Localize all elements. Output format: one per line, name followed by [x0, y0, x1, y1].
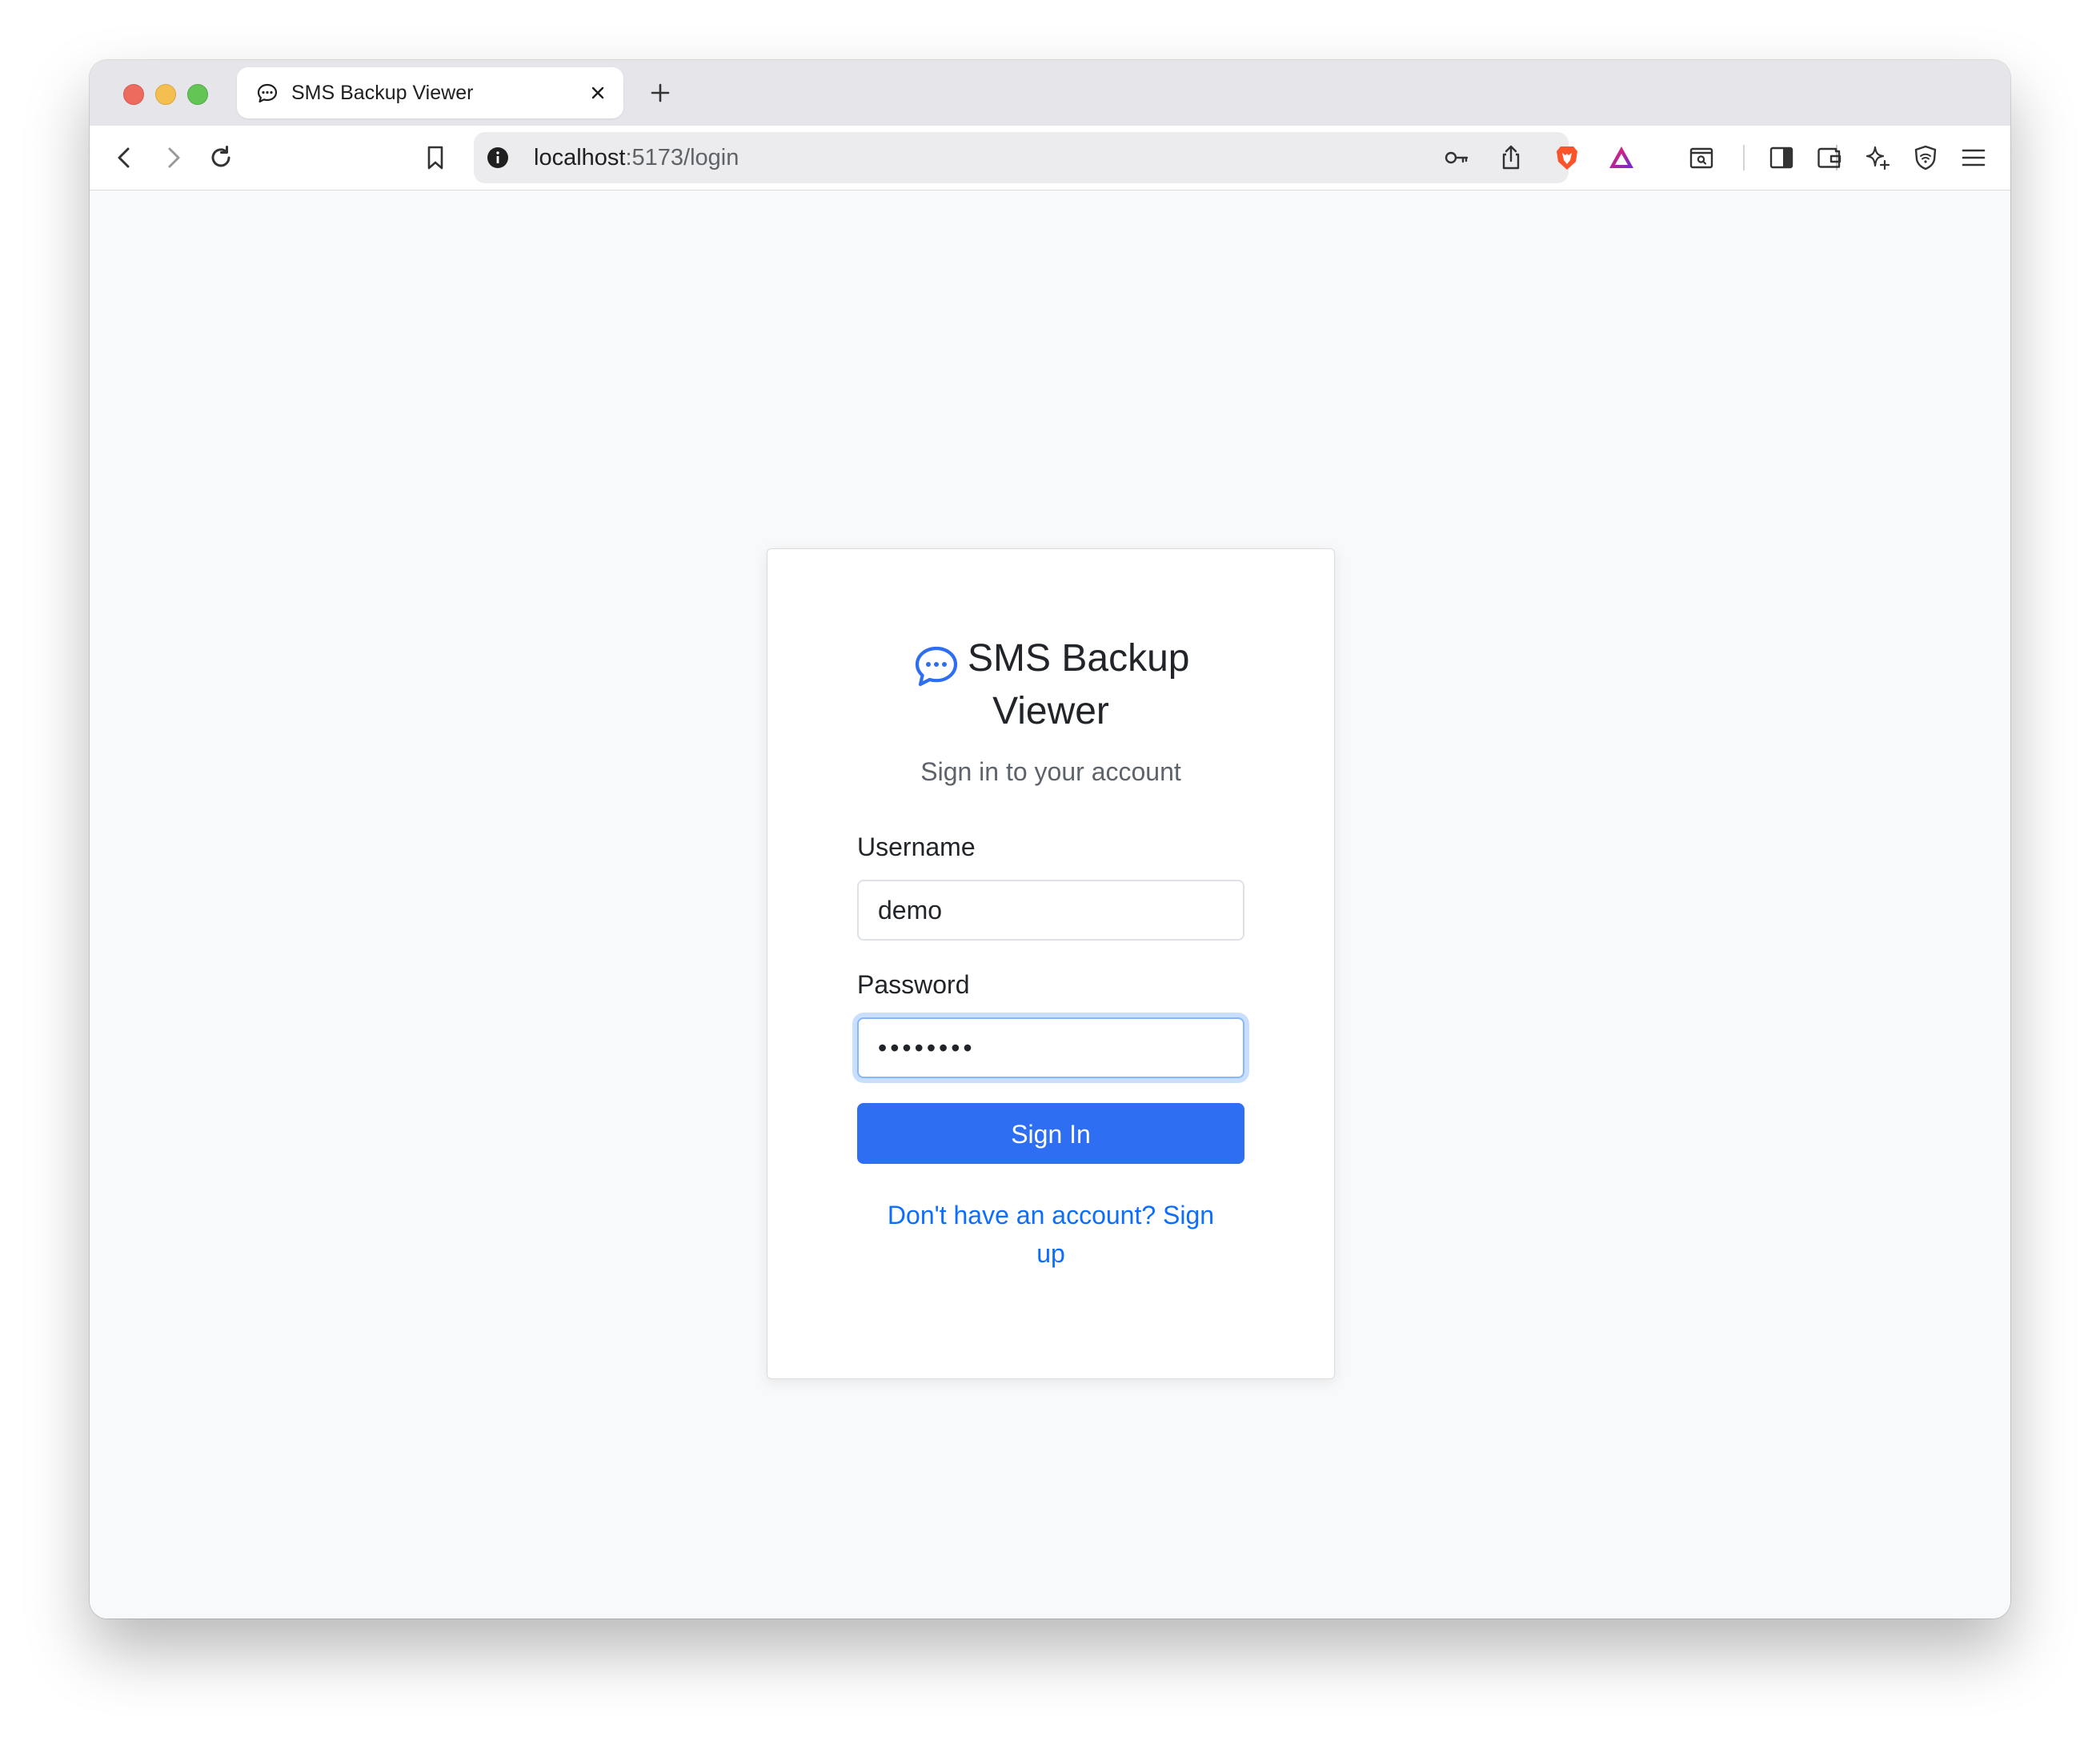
address-bar[interactable]: localhost:5173/login: [474, 132, 1838, 183]
ai-sparkle-icon[interactable]: [1863, 143, 1892, 172]
url-path: :5173/login: [625, 145, 739, 170]
new-tab-icon[interactable]: [647, 79, 674, 106]
app-title-line1: SMS Backup: [968, 637, 1190, 680]
browser-window: SMS Backup Viewer localhost:5173/login S…: [90, 60, 2010, 1619]
toolbar-divider: [1743, 145, 1745, 170]
reader-view-icon[interactable]: [1687, 143, 1716, 172]
brave-shields-icon[interactable]: [1553, 143, 1581, 172]
close-window-button[interactable]: [123, 84, 144, 105]
brave-rewards-icon[interactable]: [1607, 143, 1636, 172]
sign-in-button[interactable]: Sign In: [857, 1103, 1244, 1164]
signup-container: Don't have an account? Sign up: [767, 1196, 1334, 1273]
back-icon[interactable]: [110, 143, 139, 172]
menu-icon[interactable]: [1959, 143, 1988, 172]
bookmark-icon[interactable]: [421, 143, 450, 172]
login-card: SMS Backup Viewer Sign in to your accoun…: [767, 548, 1335, 1379]
tab-strip: SMS Backup Viewer: [90, 60, 2010, 126]
wallet-icon[interactable]: [1815, 143, 1844, 172]
key-icon[interactable]: [1442, 143, 1471, 172]
url-host: localhost: [534, 145, 626, 170]
site-info-icon[interactable]: [487, 146, 509, 169]
username-label: Username: [857, 832, 976, 861]
page-content: SMS Backup Viewer Sign in to your accoun…: [90, 191, 2010, 1619]
tab-title: SMS Backup Viewer: [291, 82, 474, 104]
sidebar-icon[interactable]: [1767, 143, 1796, 172]
sign-up-link[interactable]: Don't have an account? Sign up: [875, 1196, 1227, 1273]
chat-dots-icon: [257, 83, 278, 103]
vpn-shield-icon[interactable]: [1911, 143, 1940, 172]
forward-icon[interactable]: [158, 143, 187, 172]
reload-icon[interactable]: [206, 143, 235, 172]
page-subtitle: Sign in to your account: [920, 757, 1181, 786]
minimize-window-button[interactable]: [155, 84, 176, 105]
share-icon[interactable]: [1497, 143, 1525, 172]
chat-dots-icon: [915, 646, 958, 687]
app-title-line2: Viewer: [992, 690, 1109, 732]
close-icon[interactable]: [587, 82, 609, 104]
username-field[interactable]: [857, 880, 1244, 941]
password-field[interactable]: [857, 1017, 1244, 1078]
browser-toolbar: localhost:5173/login: [90, 126, 2010, 191]
tab-sms-backup-viewer[interactable]: SMS Backup Viewer: [237, 67, 623, 118]
url-text[interactable]: localhost:5173/login: [534, 143, 739, 172]
password-label: Password: [857, 970, 970, 999]
maximize-window-button[interactable]: [187, 84, 208, 105]
